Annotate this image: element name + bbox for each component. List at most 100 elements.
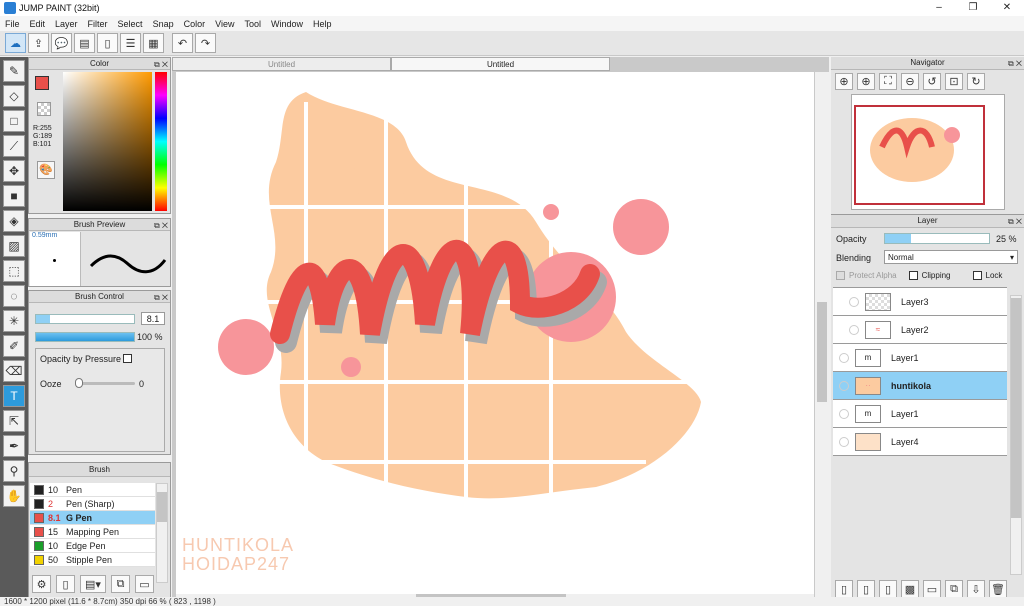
menu-tool[interactable]: Tool [239,19,266,29]
transform-tool-icon[interactable]: ⇱ [3,410,25,432]
panel-controls-icon[interactable]: ⧉ ✕ [1008,58,1022,70]
palette-icon[interactable]: 🎨 [37,161,55,179]
primary-color-swatch[interactable] [35,76,49,90]
blending-select[interactable]: Normal ▾ [884,250,1018,264]
visibility-icon[interactable] [839,408,849,419]
select-pen-tool-icon[interactable]: ✐ [3,335,25,357]
pen-tool-icon[interactable]: ✒ [3,435,25,457]
transparent-color-swatch[interactable] [37,102,51,116]
brush-list-scrollbar[interactable] [156,483,168,583]
menu-snap[interactable]: Snap [148,19,179,29]
saturation-value-picker[interactable] [63,72,152,211]
drawing-canvas[interactable]: HUNTIKOLA HOIDAP247 [176,72,814,599]
new-layer-8bit-icon[interactable]: ▯ [857,580,875,598]
cloud-icon[interactable]: ☁ [5,33,26,53]
brush-item-pen[interactable]: 10 Pen [30,483,155,497]
hue-slider[interactable] [155,72,167,211]
zoom-actual-icon[interactable]: ⛶ [879,73,897,90]
brush-item-g-pen[interactable]: 8.1 G Pen [30,511,155,525]
copy-brush-icon[interactable]: ⧉ [111,575,130,593]
zoom-fit-icon[interactable]: ⊕ [835,73,853,90]
layer-row-layer2[interactable]: ≈ Layer2 [833,316,1007,344]
gradient-tool-icon[interactable]: ▨ [3,235,25,257]
layer-row-layer1-a[interactable]: m Layer1 [833,344,1007,372]
lock-checkbox[interactable] [972,271,982,280]
delete-layer-icon[interactable]: 🗑 [989,580,1007,598]
comment-icon[interactable]: 💬 [51,33,72,53]
rotate-right-icon[interactable]: ↻ [967,73,985,90]
move-tool-icon[interactable]: ✥ [3,160,25,182]
rotate-left-icon[interactable]: ↺ [923,73,941,90]
export-icon[interactable]: ⇪ [28,33,49,53]
minimize-button[interactable]: – [922,0,956,16]
menu-window[interactable]: Window [266,19,308,29]
hand-tool-icon[interactable]: ✋ [3,485,25,507]
menu-view[interactable]: View [210,19,239,29]
brush-item-mapping-pen[interactable]: 15 Mapping Pen [30,525,155,539]
layer-opacity-slider[interactable] [884,233,990,244]
text-tool-icon[interactable]: T [3,385,25,407]
layer-row-layer4[interactable]: Layer4 [833,428,1007,456]
line-tool-icon[interactable]: ⟋ [3,135,25,157]
menu-color[interactable]: Color [179,19,211,29]
close-button[interactable]: ✕ [990,0,1024,16]
layer-row-huntikola[interactable]: ·· huntikola [833,372,1007,400]
ooze-slider-handle[interactable] [75,378,83,388]
menu-layer[interactable]: Layer [50,19,83,29]
lasso-tool-icon[interactable]: ◌ [3,285,25,307]
panel-controls-icon[interactable]: ⧉ ✕ [154,292,168,303]
visibility-icon[interactable] [849,324,859,335]
duplicate-layer-icon[interactable]: ⧉ [945,580,963,598]
list-icon[interactable]: ☰ [120,33,141,53]
new-layer-1bit-icon[interactable]: ▯ [879,580,897,598]
visibility-icon[interactable] [839,436,849,447]
visibility-icon[interactable] [849,296,859,307]
zoom-out-icon[interactable]: ⊖ [901,73,919,90]
menu-select[interactable]: Select [113,19,148,29]
merge-down-icon[interactable]: ⇩ [967,580,985,598]
brush-tool-icon[interactable]: ✎ [3,60,25,82]
undo-icon[interactable]: ↶ [172,33,193,53]
maximize-button[interactable]: ❐ [956,0,990,16]
brush-item-pen-sharp[interactable]: 2 Pen (Sharp) [30,497,155,511]
panel-controls-icon[interactable]: ⧉ ✕ [1008,216,1022,228]
brush-item-edge-pen[interactable]: 10 Edge Pen [30,539,155,553]
select-eraser-tool-icon[interactable]: ⌫ [3,360,25,382]
select-rect-tool-icon[interactable]: ⬚ [3,260,25,282]
eraser-tool-icon[interactable]: ◇ [3,85,25,107]
redo-icon[interactable]: ↷ [195,33,216,53]
brush-item-stipple-pen[interactable]: 50 Stipple Pen [30,553,155,567]
new-brush-icon[interactable]: ▯ [56,575,75,593]
chat-icon[interactable]: ▤ [74,33,95,53]
brush-size-slider[interactable] [35,314,135,324]
brush-size-input[interactable]: 8.1 [141,312,165,325]
menu-filter[interactable]: Filter [83,19,113,29]
rectangle-tool-icon[interactable]: □ [3,110,25,132]
menu-help[interactable]: Help [308,19,337,29]
protect-alpha-checkbox[interactable] [836,271,845,280]
tab-untitled-1[interactable]: Untitled [172,57,391,71]
menu-edit[interactable]: Edit [25,19,51,29]
canvas-vertical-scrollbar[interactable] [815,72,829,599]
grid-icon[interactable]: ▦ [143,33,164,53]
navigator-preview[interactable] [851,94,1005,210]
menu-file[interactable]: File [0,19,25,29]
fill-rect-tool-icon[interactable]: ■ [3,185,25,207]
visibility-icon[interactable] [839,352,849,363]
layer-row-layer3[interactable]: Layer3 [833,288,1007,316]
magic-wand-tool-icon[interactable]: ✳ [3,310,25,332]
layer-row-layer1-b[interactable]: m Layer1 [833,400,1007,428]
brush-opacity-slider[interactable] [35,332,135,342]
zoom-in-icon[interactable]: ⊕ [857,73,875,90]
fit-window-icon[interactable]: ⊡ [945,73,963,90]
document-icon[interactable]: ▯ [97,33,118,53]
visibility-icon[interactable] [839,380,849,391]
new-folder-icon[interactable]: ▭ [923,580,941,598]
new-halftone-layer-icon[interactable]: ▩ [901,580,919,598]
layer-list-scrollbar[interactable] [1010,295,1022,575]
opacity-by-pressure-checkbox[interactable] [123,354,132,363]
bucket-tool-icon[interactable]: ◈ [3,210,25,232]
brush-folder-icon[interactable]: ▭ [135,575,154,593]
brush-settings-icon[interactable]: ⚙ [32,575,51,593]
eyedropper-tool-icon[interactable]: ⚲ [3,460,25,482]
